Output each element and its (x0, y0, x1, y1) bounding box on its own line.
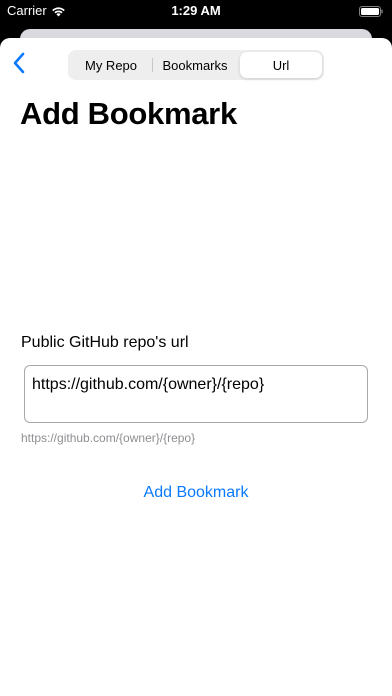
app-screen: Carrier 1:29 AM My Repo Bookmarks Url Ad… (0, 0, 392, 696)
page-title: Add Bookmark (20, 96, 237, 131)
add-bookmark-button[interactable]: Add Bookmark (0, 484, 392, 502)
status-time: 1:29 AM (171, 3, 221, 18)
url-format-hint: https://github.com/{owner}/{repo} (21, 431, 196, 445)
chevron-left-icon (12, 52, 26, 79)
url-field-label: Public GitHub repo's url (21, 334, 189, 351)
segment-my-repo[interactable]: My Repo (70, 52, 152, 78)
repo-url-input[interactable]: https://github.com/{owner}/{repo} (24, 365, 368, 423)
bookmark-sheet: My Repo Bookmarks Url Add Bookmark Publi… (0, 38, 392, 696)
segment-bookmarks[interactable]: Bookmarks (152, 52, 238, 78)
battery-icon (359, 5, 383, 17)
back-button[interactable] (8, 52, 30, 78)
segment-url[interactable]: Url (240, 52, 322, 78)
status-bar: Carrier 1:29 AM (0, 0, 392, 22)
source-segmented-control: My Repo Bookmarks Url (68, 50, 324, 80)
